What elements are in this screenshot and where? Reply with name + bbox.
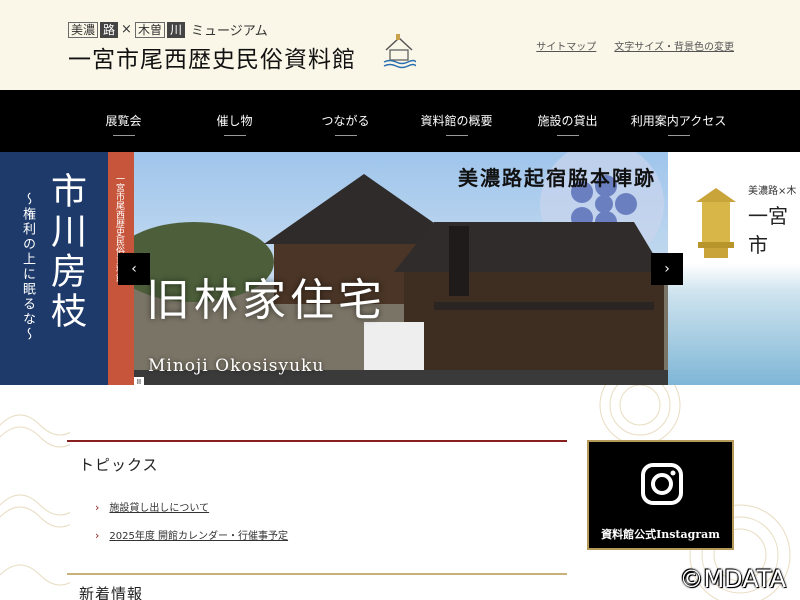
instagram-label: 資料館公式Instagram xyxy=(601,528,720,541)
slide-ichikawa-fusae[interactable]: 一宮市尾西歴史民俗資料館 市川房枝 〜権利の上に眠るな〜 xyxy=(0,152,134,385)
logo-box-ro: 路 xyxy=(100,21,119,38)
wave-pattern-left xyxy=(0,414,70,586)
logo-museum-label: ミュージアム xyxy=(190,24,268,39)
news-section: 新着情報 xyxy=(67,573,567,600)
slide-caption-english: Minoji Okosisyuku xyxy=(148,356,325,376)
nav-item-facility-rental[interactable]: 施設の貸出 xyxy=(512,90,623,152)
instagram-icon xyxy=(641,463,683,505)
slide-left-subtitle: 〜権利の上に眠るな〜 xyxy=(20,192,35,342)
logo-box-gawa: 川 xyxy=(166,21,185,38)
topic-item[interactable]: › 2025年度 開館カレンダー・行催事予定 xyxy=(95,527,567,542)
nav-item-connect[interactable]: つながる xyxy=(290,90,401,152)
slider-prev-button[interactable]: ‹ xyxy=(118,253,150,285)
lantern-illustration xyxy=(696,188,736,258)
header-links: サイトマップ 文字サイズ・背景色の変更 xyxy=(536,38,734,53)
instagram-banner[interactable]: 資料館公式Instagram xyxy=(587,440,734,550)
slide-hayashi-residence[interactable]: 美濃路起宿脇本陣跡 旧林家住宅 Minoji Okosisyuku xyxy=(134,152,668,385)
slide-left-title: 市川房枝 xyxy=(45,172,86,332)
topic-link[interactable]: 施設貸し出しについて xyxy=(109,503,209,514)
nav-item-overview[interactable]: 資料館の概要 xyxy=(401,90,512,152)
slider-next-button[interactable]: › xyxy=(651,253,683,285)
slide-caption-title: 旧林家住宅 xyxy=(146,275,386,326)
topic-link[interactable]: 2025年度 開館カレンダー・行催事予定 xyxy=(109,531,288,542)
topics-title: トピックス xyxy=(79,456,159,474)
text-size-color-link[interactable]: 文字サイズ・背景色の変更 xyxy=(614,38,734,53)
topics-section: トピックス › 施設貸し出しについて › 2025年度 開館カレンダー・行催事予定 xyxy=(67,440,567,555)
site-header: 美濃 路 × 木曽 川 ミュージアム 一宮市尾西歴史民俗資料館 サイトマップ 文… xyxy=(0,0,800,90)
slider-pause-button[interactable]: II xyxy=(134,377,144,385)
nav-item-events[interactable]: 催し物 xyxy=(179,90,290,152)
sitemap-link[interactable]: サイトマップ xyxy=(536,38,596,53)
news-title: 新着情報 xyxy=(79,585,144,600)
nav-item-exhibitions[interactable]: 展覧会 xyxy=(68,90,179,152)
slide-next-preview[interactable]: 美濃路×木 一宮市 xyxy=(668,152,800,385)
topic-item[interactable]: › 施設貸し出しについて xyxy=(95,499,567,514)
nav-item-access[interactable]: 利用案内アクセス xyxy=(623,90,734,152)
watermark: ©MDATA xyxy=(679,565,786,593)
slide-right-small: 美濃路×木 xyxy=(748,186,797,197)
main-content: トピックス › 施設貸し出しについて › 2025年度 開館カレンダー・行催事予定 … xyxy=(0,385,800,600)
hero-slider: 一宮市尾西歴史民俗資料館 市川房枝 〜権利の上に眠るな〜 美濃路起宿脇本陣跡 旧… xyxy=(0,152,800,385)
chevron-right-icon: › xyxy=(95,529,100,542)
logo-separator: × xyxy=(121,22,132,37)
logo-box-mino: 美濃 xyxy=(68,21,99,38)
slide-caption-top: 美濃路起宿脇本陣跡 xyxy=(458,166,656,190)
chevron-right-icon: › xyxy=(95,501,100,514)
topics-list: › 施設貸し出しについて › 2025年度 開館カレンダー・行催事予定 xyxy=(67,475,567,542)
logo-subtitle[interactable]: 美濃 路 × 木曽 川 ミュージアム xyxy=(68,20,268,39)
museum-emblem-icon xyxy=(383,34,416,69)
logo-box-kiso: 木曽 xyxy=(134,21,165,38)
main-nav: 展覧会 催し物 つながる 資料館の概要 施設の貸出 利用案内アクセス xyxy=(0,90,800,152)
slide-right-big: 一宮市 xyxy=(748,204,788,257)
site-title[interactable]: 一宮市尾西歴史民俗資料館 xyxy=(68,40,356,74)
